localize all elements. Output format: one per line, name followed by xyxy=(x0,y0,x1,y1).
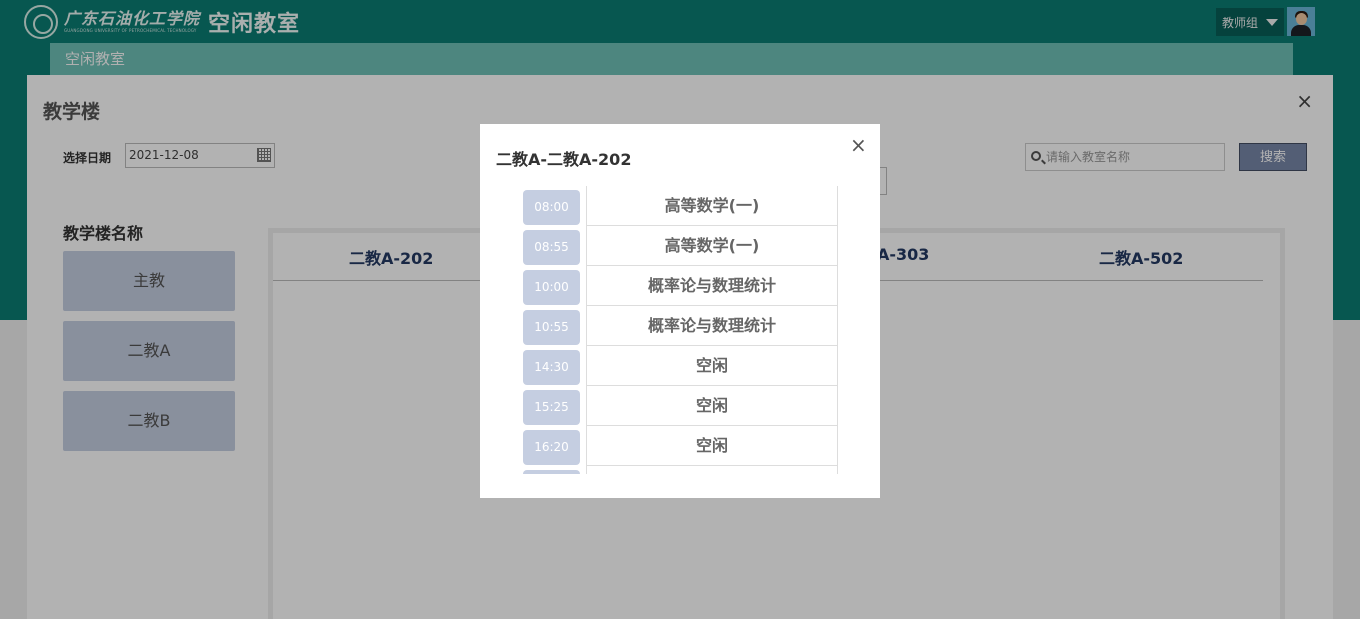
time-slot: 10:55 xyxy=(523,310,580,345)
time-slot: 16:20 xyxy=(523,430,580,465)
list-item: 10:00 概率论与数理统计 xyxy=(523,266,839,306)
list-item: 16:20 空闲 xyxy=(523,426,839,466)
list-item: 08:00 高等数学(一) xyxy=(523,186,839,226)
course-name: 高等数学(一) xyxy=(586,226,838,266)
schedule-modal: 二教A-二教A-202 × 08:00 高等数学(一) 08:55 高等数学(一… xyxy=(480,124,880,498)
list-item: 10:55 概率论与数理统计 xyxy=(523,306,839,346)
list-item: 15:25 空闲 xyxy=(523,386,839,426)
modal-title: 二教A-二教A-202 xyxy=(496,150,632,169)
course-name: 高等数学(一) xyxy=(586,186,838,226)
time-slot xyxy=(523,470,580,474)
time-slot: 15:25 xyxy=(523,390,580,425)
list-item: 08:55 高等数学(一) xyxy=(523,226,839,266)
course-name xyxy=(586,466,838,474)
time-slot: 14:30 xyxy=(523,350,580,385)
course-name: 概率论与数理统计 xyxy=(586,266,838,306)
course-name: 空闲 xyxy=(586,426,838,466)
time-slot: 08:55 xyxy=(523,230,580,265)
close-icon[interactable]: × xyxy=(850,133,867,157)
time-slot: 08:00 xyxy=(523,190,580,225)
schedule-list: 08:00 高等数学(一) 08:55 高等数学(一) 10:00 概率论与数理… xyxy=(523,186,839,474)
course-name: 概率论与数理统计 xyxy=(586,306,838,346)
list-item: 14:30 空闲 xyxy=(523,346,839,386)
time-slot: 10:00 xyxy=(523,270,580,305)
course-name: 空闲 xyxy=(586,386,838,426)
course-name: 空闲 xyxy=(586,346,838,386)
list-item xyxy=(523,466,839,474)
